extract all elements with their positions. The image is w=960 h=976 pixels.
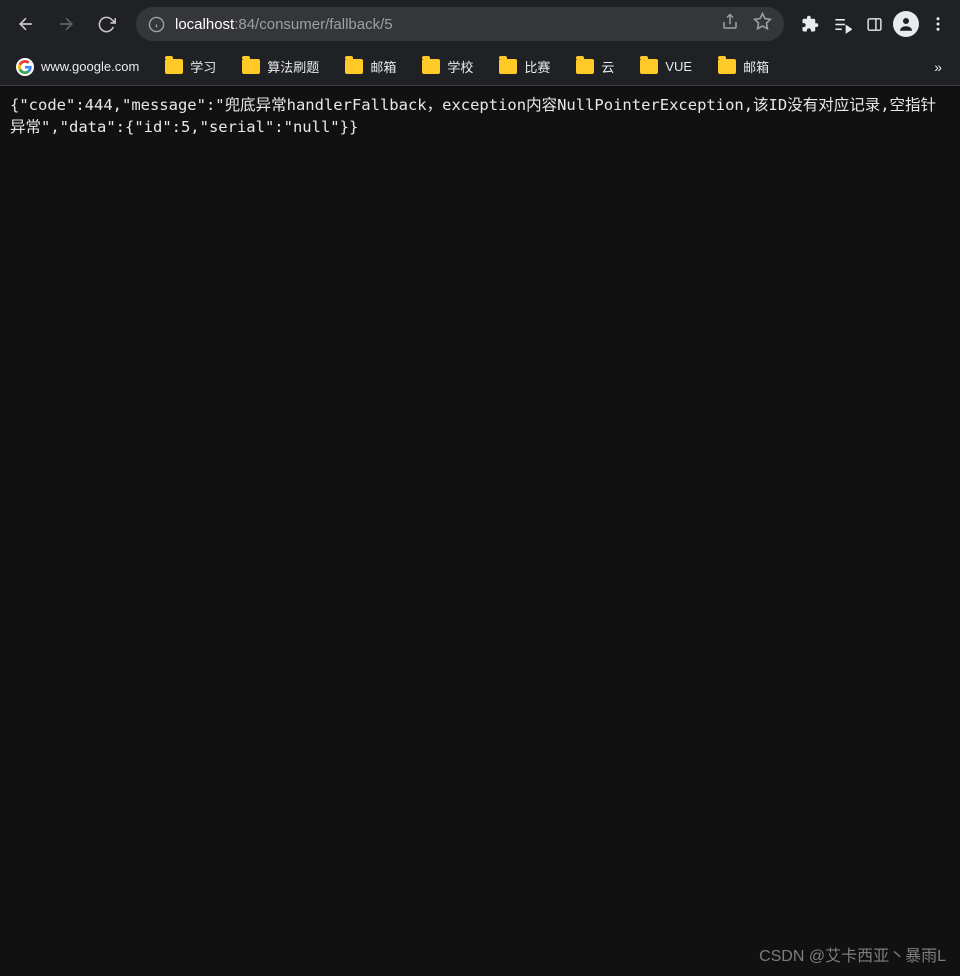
bookmark-item[interactable]: 学校 <box>416 53 479 80</box>
menu-button[interactable] <box>924 10 952 38</box>
bookmark-label: 学校 <box>447 57 473 76</box>
bookmark-label: www.google.com <box>41 59 139 74</box>
bookmark-label: VUE <box>665 59 692 74</box>
bookmark-item[interactable]: 比赛 <box>493 53 556 80</box>
bookmarks-bar: www.google.com 学习 算法刷题 邮箱 学校 比赛 云 VUE 邮箱… <box>0 48 960 86</box>
url-host: localhost <box>175 16 234 33</box>
puzzle-icon <box>801 15 819 33</box>
avatar-icon <box>893 11 919 37</box>
reload-button[interactable] <box>88 6 124 42</box>
folder-icon <box>718 59 736 74</box>
folder-icon <box>576 59 594 74</box>
watermark: CSDN @艾卡西亚丶暴雨L <box>759 942 946 966</box>
url-text: localhost:84/consumer/fallback/5 <box>175 16 393 33</box>
folder-icon <box>165 59 183 74</box>
omnibox-left: localhost:84/consumer/fallback/5 <box>148 16 393 33</box>
bookmark-star-icon[interactable] <box>753 12 772 36</box>
bookmark-item[interactable]: 邮箱 <box>712 53 775 80</box>
bookmark-label: 比赛 <box>524 57 550 76</box>
response-text: {"code":444,"message":"兜底异常handlerFallba… <box>10 96 936 136</box>
bookmark-label: 云 <box>601 57 614 76</box>
google-favicon-icon <box>16 58 34 76</box>
reload-icon <box>97 15 116 34</box>
bookmark-item[interactable]: www.google.com <box>10 54 145 80</box>
bookmark-item[interactable]: VUE <box>634 55 698 78</box>
share-icon[interactable] <box>721 13 739 36</box>
url-path: :84/consumer/fallback/5 <box>234 16 392 33</box>
back-button[interactable] <box>8 6 44 42</box>
forward-button[interactable] <box>48 6 84 42</box>
folder-icon <box>345 59 363 74</box>
site-info-icon[interactable] <box>148 16 165 33</box>
bookmark-label: 算法刷题 <box>267 57 319 76</box>
playlist-icon <box>833 15 852 34</box>
page-body: {"code":444,"message":"兜底异常handlerFallba… <box>0 86 960 976</box>
extensions-button[interactable] <box>796 10 824 38</box>
bookmark-label: 邮箱 <box>743 57 769 76</box>
address-bar[interactable]: localhost:84/consumer/fallback/5 <box>136 7 784 41</box>
folder-icon <box>640 59 658 74</box>
bookmark-label: 邮箱 <box>370 57 396 76</box>
folder-icon <box>242 59 260 74</box>
arrow-left-icon <box>16 14 36 34</box>
reading-list-button[interactable] <box>828 10 856 38</box>
arrow-right-icon <box>56 14 76 34</box>
chevron-right-double-icon: » <box>934 59 942 75</box>
bookmark-item[interactable]: 云 <box>570 53 620 80</box>
folder-icon <box>422 59 440 74</box>
panel-icon <box>866 16 883 33</box>
bookmark-item[interactable]: 邮箱 <box>339 53 402 80</box>
browser-toolbar: localhost:84/consumer/fallback/5 <box>0 0 960 48</box>
bookmark-label: 学习 <box>190 57 216 76</box>
folder-icon <box>499 59 517 74</box>
bookmark-item[interactable]: 算法刷题 <box>236 53 325 80</box>
profile-button[interactable] <box>892 10 920 38</box>
bookmark-item[interactable]: 学习 <box>159 53 222 80</box>
omnibox-actions <box>721 12 772 36</box>
side-panel-button[interactable] <box>860 10 888 38</box>
dots-vertical-icon <box>929 15 947 33</box>
bookmarks-overflow-button[interactable]: » <box>926 55 950 79</box>
